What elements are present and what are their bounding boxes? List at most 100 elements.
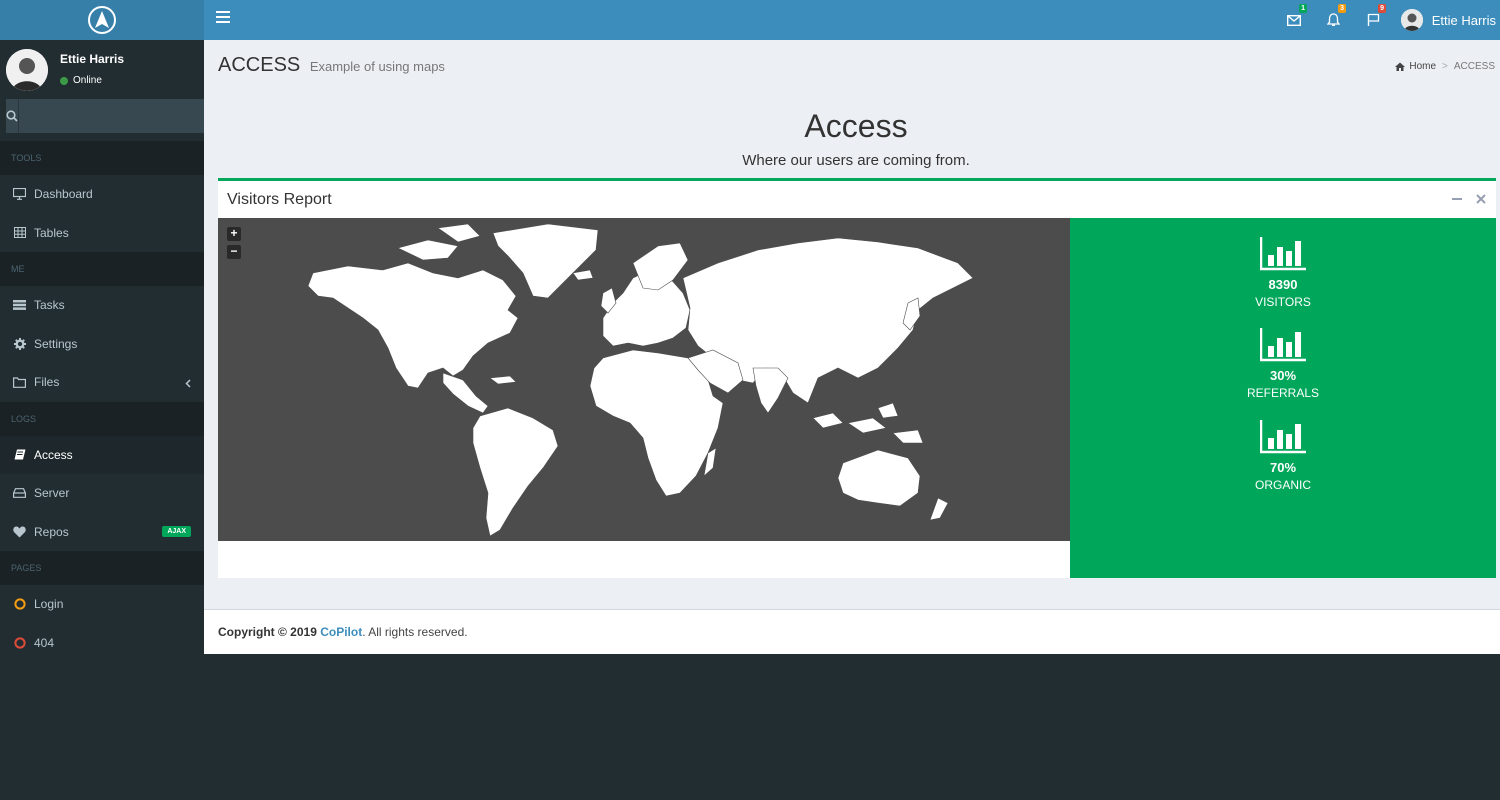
sidebar-item-dashboard[interactable]: Dashboard	[0, 175, 204, 214]
bar-chart-icon	[1259, 328, 1306, 362]
section-subheading: Where our users are coming from.	[742, 152, 970, 169]
envelope-icon	[1287, 14, 1301, 26]
user-menu[interactable]: Ettie Harris	[1400, 6, 1496, 34]
sidebar-item-label: Dashboard	[34, 187, 93, 202]
user-avatar-icon	[1400, 9, 1423, 31]
messages-badge: 1	[1299, 4, 1307, 13]
online-status-icon	[60, 76, 68, 85]
bell-icon	[1326, 13, 1340, 26]
flag-icon	[1367, 13, 1379, 26]
remove-button[interactable]	[1476, 192, 1486, 207]
search-button[interactable]	[6, 99, 19, 133]
stat-label: REFERRALS	[1246, 386, 1320, 400]
copyright-suffix: . All rights reserved.	[362, 625, 468, 639]
user-menu-name: Ettie Harris	[1431, 12, 1496, 28]
sidebar-item-tables[interactable]: Tables	[0, 214, 204, 253]
tasks-icon	[13, 299, 26, 312]
copyright: Copyright © 2019 CoPilot. All rights res…	[218, 625, 468, 639]
menu-header-tools: TOOLS	[0, 141, 204, 175]
section-heading: Access	[804, 108, 908, 144]
world-map[interactable]: + −	[218, 218, 1070, 541]
stat-visitors: 8390 VISITORS	[1070, 237, 1496, 309]
stat-organic: 70% ORGANIC	[1070, 420, 1496, 492]
sidebar-item-label: Tables	[34, 225, 69, 240]
navigation-logo-icon	[88, 6, 116, 34]
sidebar-item-label: Access	[34, 447, 73, 462]
sidebar-item-label: Tasks	[34, 298, 65, 313]
world-map-graphic	[307, 223, 974, 537]
sidebar-item-settings[interactable]: Settings	[0, 325, 204, 364]
stat-value: 70%	[1269, 460, 1297, 475]
folder-icon	[13, 376, 26, 389]
sidebar-item-label: Settings	[34, 336, 78, 351]
sidebar: Ettie Harris Online TOOLS Dashboard Tabl…	[0, 40, 204, 800]
sidebar-item-access[interactable]: Access	[0, 435, 204, 474]
sidebar-user-name: Ettie Harris	[60, 52, 125, 66]
top-navbar: 1 3 9 Ettie Harris	[204, 0, 1500, 40]
menu-header-pages: PAGES	[0, 551, 204, 585]
breadcrumb-home[interactable]: Home	[1409, 61, 1436, 72]
page-title: ACCESS Example of using maps	[218, 54, 445, 77]
sidebar-menu: TOOLS Dashboard Tables ME Tasks Settings…	[0, 141, 204, 662]
breadcrumb: Home > ACCESS	[1395, 61, 1495, 72]
ajax-badge: AJAX	[162, 525, 191, 537]
page-title-text: ACCESS	[218, 54, 301, 76]
sidebar-item-label: Repos	[34, 524, 69, 539]
desktop-icon	[13, 188, 26, 201]
chevron-left-icon	[185, 377, 191, 391]
sidebar-search	[6, 99, 204, 133]
copyright-prefix: Copyright © 2019	[218, 625, 321, 639]
tasks-badge: 9	[1378, 4, 1386, 13]
bar-chart-icon	[1259, 420, 1306, 454]
avatar	[1400, 9, 1423, 31]
stat-value: 8390	[1268, 277, 1298, 292]
footer: Copyright © 2019 CoPilot. All rights res…	[204, 609, 1500, 654]
page-subtitle: Example of using maps	[309, 59, 445, 74]
collapse-button[interactable]	[1452, 192, 1462, 207]
sidebar-item-login[interactable]: Login	[0, 585, 204, 624]
notifications-button[interactable]: 3	[1323, 4, 1346, 30]
sidebar-toggle-icon[interactable]	[216, 11, 230, 25]
zoom-in-button[interactable]: +	[227, 227, 241, 241]
search-input[interactable]	[19, 99, 204, 133]
avatar	[6, 49, 48, 91]
zoom-out-button[interactable]: −	[227, 245, 241, 259]
sidebar-item-files[interactable]: Files	[0, 363, 204, 402]
sidebar-item-tasks[interactable]: Tasks	[0, 286, 204, 325]
sidebar-item-label: Files	[34, 375, 60, 390]
close-icon	[1476, 194, 1486, 204]
user-avatar-icon	[6, 49, 48, 91]
table-icon	[13, 226, 26, 239]
stat-label: ORGANIC	[1254, 478, 1311, 492]
minus-icon	[1452, 198, 1462, 200]
search-icon	[6, 110, 18, 122]
sidebar-item-server[interactable]: Server	[0, 474, 204, 513]
hdd-icon	[13, 487, 26, 500]
stat-label: VISITORS	[1255, 295, 1311, 309]
sidebar-item-label: 404	[34, 635, 55, 650]
box-title: Visitors Report	[227, 191, 332, 208]
circle-outline-icon	[13, 636, 26, 649]
logo[interactable]	[0, 0, 204, 40]
brand-link[interactable]: CoPilot	[320, 625, 362, 639]
sidebar-item-404[interactable]: 404	[0, 624, 204, 663]
heart-icon	[13, 525, 26, 538]
content-wrapper: ACCESS Example of using maps Home > ACCE…	[204, 40, 1500, 609]
user-panel: Ettie Harris Online	[0, 40, 204, 96]
status-label: Online	[73, 75, 102, 86]
home-icon	[1395, 62, 1406, 71]
stat-referrals: 30% REFERRALS	[1070, 328, 1496, 400]
gear-icon	[13, 337, 26, 350]
visitors-report-box: Visitors Report + − 8390 VISITORS 30% RE…	[218, 178, 1496, 578]
sidebar-item-repos[interactable]: Repos AJAX	[0, 513, 204, 552]
breadcrumb-current: ACCESS	[1453, 61, 1495, 72]
sidebar-item-label: Login	[34, 597, 64, 612]
breadcrumb-separator: >	[1442, 61, 1448, 72]
user-status: Online	[60, 75, 102, 86]
messages-button[interactable]: 1	[1284, 4, 1307, 30]
notifications-badge: 3	[1338, 4, 1346, 13]
tasks-button[interactable]: 9	[1363, 4, 1386, 30]
bar-chart-icon	[1259, 237, 1306, 271]
sidebar-item-label: Server	[34, 486, 70, 501]
stat-value: 30%	[1269, 368, 1297, 383]
